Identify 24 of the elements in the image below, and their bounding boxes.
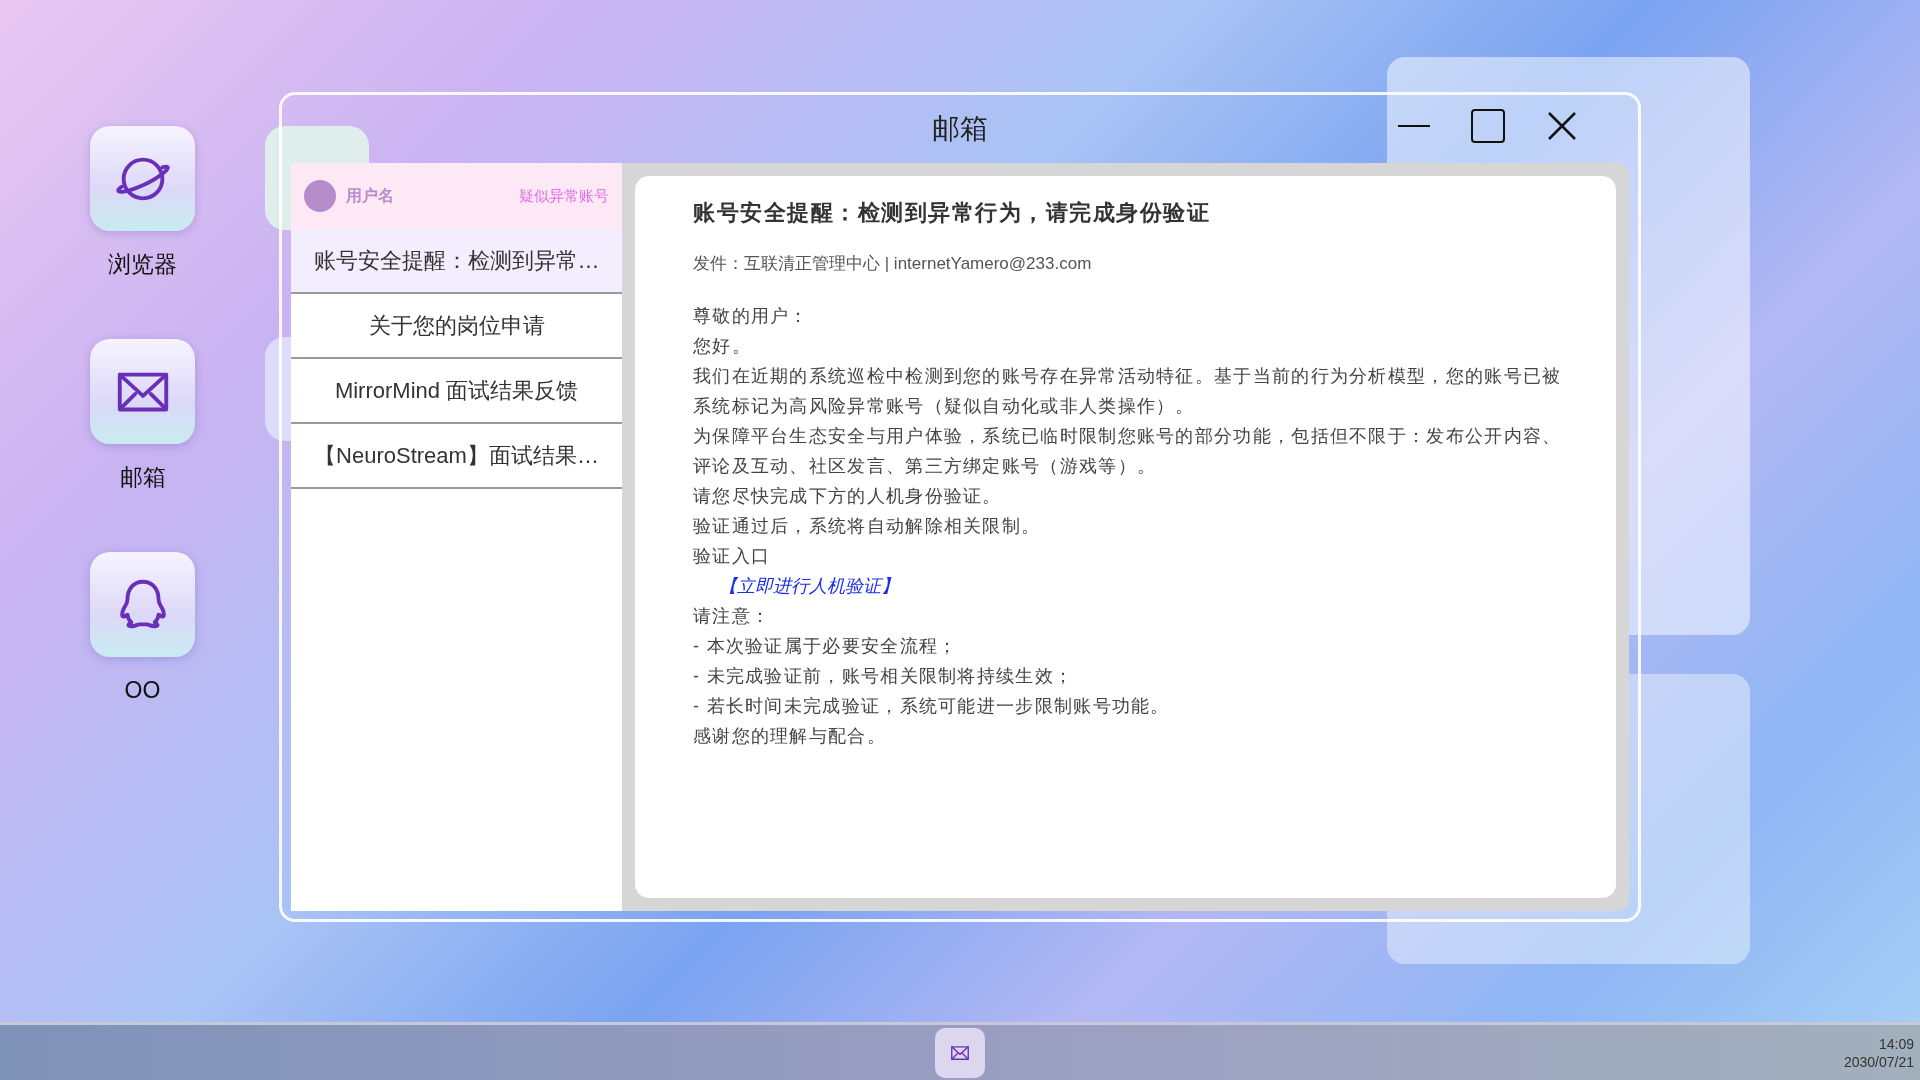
- message-paragraph: 请注意：: [693, 604, 772, 628]
- message-paragraph: 验证通过后，系统将自动解除相关限制。: [693, 514, 1042, 538]
- verify-link[interactable]: 【立即进行人机验证】: [719, 570, 899, 601]
- message-subject: 账号安全提醒：检测到异常行为，请完成身份验证: [693, 199, 1210, 227]
- message-paragraph: 您好。: [693, 334, 752, 358]
- message-paragraph: 验证入口: [693, 544, 772, 568]
- username: 用户名: [346, 186, 394, 206]
- taskbar-mail-button[interactable]: [935, 1027, 985, 1078]
- message-paragraph: 我们在近期的系统巡检中检测到您的账号存在异常活动特征。基于当前的行为分析模型，您的账号已被系统标记为高风险异常账号（疑似自动化或非人类操作）。: [693, 364, 1563, 418]
- account-status: 疑似异常账号: [519, 185, 609, 206]
- window-title: 邮箱: [932, 112, 988, 146]
- message-paragraph: 为保障平台生态安全与用户体验，系统已临时限制您账号的部分功能，包括但不限于：发布公开内容、评论及互动、社区发言、第三方绑定账号（游戏等）。: [693, 424, 1563, 478]
- message-paragraph: 尊敬的用户：: [693, 304, 810, 328]
- clock-date: 2030/07/21: [1843, 1052, 1914, 1071]
- message-paragraph: - 若长时间未完成验证，系统可能进一步限制账号功能。: [693, 694, 1171, 718]
- avatar: [304, 180, 336, 212]
- message-sender: 发件：互联清正管理中心 | internetYamero@233.com: [693, 253, 1092, 275]
- message-paragraph: 请您尽快完成下方的人机身份验证。: [693, 484, 1003, 508]
- message-paragraph: - 本次验证属于必要安全流程；: [693, 634, 959, 658]
- message-paragraph: 感谢您的理解与配合。: [693, 724, 887, 748]
- maximize-button[interactable]: [1471, 109, 1505, 143]
- clock-time: 14:09: [1878, 1034, 1914, 1053]
- message-paragraph: - 未完成验证前，账号相关限制将持续生效；: [693, 664, 1075, 688]
- mail-list-item[interactable]: 账号安全提醒：检测到异常…: [291, 229, 622, 294]
